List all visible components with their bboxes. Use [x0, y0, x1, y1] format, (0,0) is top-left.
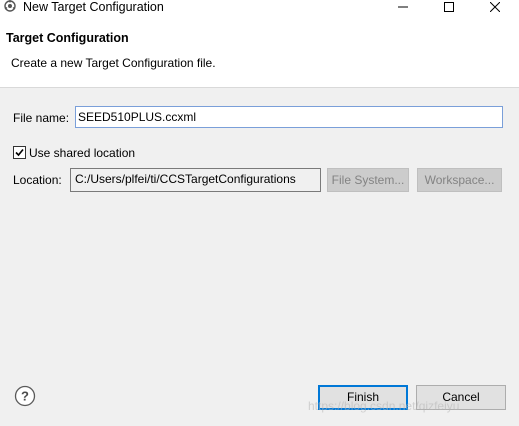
- maximize-icon: [444, 2, 454, 12]
- shared-location-checkbox[interactable]: [13, 146, 26, 159]
- banner-separator: [0, 87, 519, 88]
- maximize-button[interactable]: [426, 0, 472, 16]
- dialog-window: New Target Configuration Target Configur…: [0, 0, 519, 426]
- minimize-icon: [398, 6, 408, 8]
- shared-location-label: Use shared location: [29, 146, 136, 160]
- banner-title: Target Configuration: [6, 31, 129, 45]
- finish-button[interactable]: Finish: [318, 385, 408, 410]
- window-title: New Target Configuration: [23, 0, 164, 14]
- cancel-button[interactable]: Cancel: [416, 385, 506, 410]
- app-icon: [4, 0, 16, 12]
- svg-text:?: ?: [21, 389, 29, 404]
- close-icon: [490, 2, 500, 12]
- title-bar: New Target Configuration: [0, 0, 519, 16]
- checkmark-icon: [15, 148, 24, 157]
- banner-description: Create a new Target Configuration file.: [11, 56, 216, 70]
- file-system-button[interactable]: File System...: [327, 168, 409, 192]
- location-label: Location:: [13, 173, 62, 187]
- close-button[interactable]: [472, 0, 518, 16]
- wizard-banner: Target Configuration Create a new Target…: [0, 16, 519, 87]
- file-name-input[interactable]: [75, 106, 503, 128]
- workspace-button[interactable]: Workspace...: [417, 168, 502, 192]
- file-name-label: File name:: [13, 111, 70, 125]
- location-field: C:/Users/plfei/ti/CCSTargetConfiguration…: [70, 168, 321, 192]
- help-icon[interactable]: ?: [14, 385, 36, 407]
- minimize-button[interactable]: [380, 0, 426, 16]
